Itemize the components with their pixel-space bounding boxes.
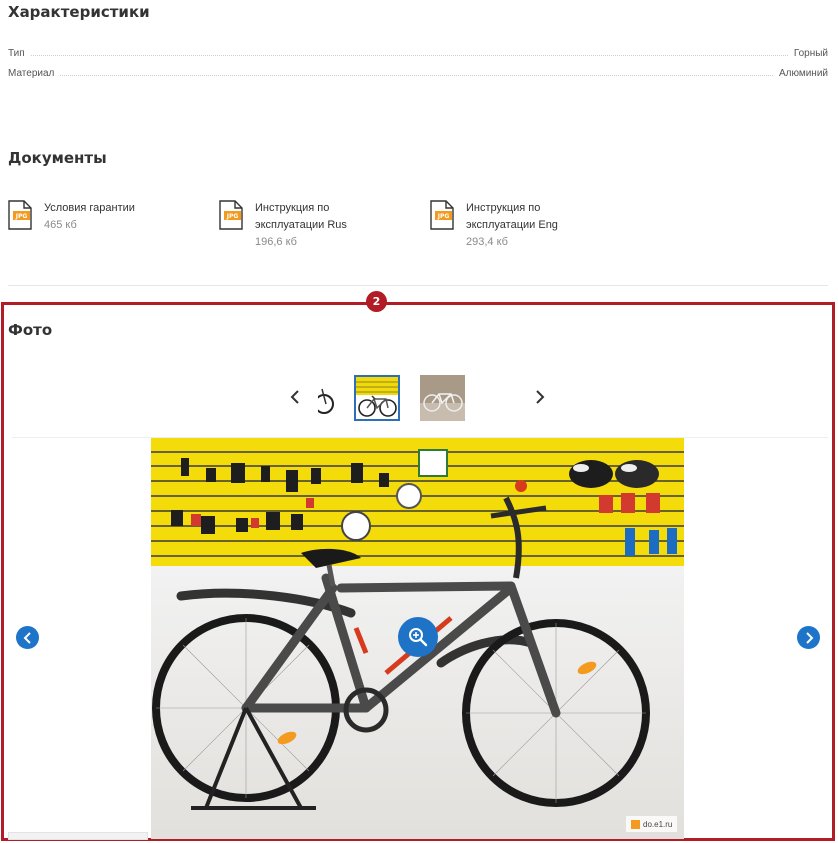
document-size: 196,6 кб: [255, 236, 297, 248]
document-name[interactable]: Условия гарантии: [44, 200, 135, 217]
annotation-badge: 2: [366, 291, 387, 312]
document-size: 465 кб: [44, 219, 77, 231]
arrow-left-circle-icon: [23, 631, 31, 644]
document-name[interactable]: Инструкция по эксплуатации Rus: [255, 200, 365, 234]
document-size: 293,4 кб: [466, 236, 508, 248]
watermark-text: do.e1.ru: [643, 819, 673, 829]
watermark-logo-icon: [631, 819, 640, 829]
photo-watermark: do.e1.ru: [626, 816, 678, 832]
document-name[interactable]: Инструкция по эксплуатации Eng: [466, 200, 576, 234]
thumb-next-button[interactable]: [534, 388, 546, 409]
char-row-material: Материал Алюминий: [8, 65, 828, 79]
photo-next-button[interactable]: [797, 626, 820, 649]
char-label: Материал: [8, 68, 55, 79]
zoom-button[interactable]: [398, 617, 438, 657]
dotted-leader: [30, 55, 788, 56]
char-row-type: Тип Горный: [8, 45, 828, 59]
char-value: Алюминий: [778, 68, 828, 79]
photo-prev-button[interactable]: [16, 626, 39, 649]
chevron-right-icon: [536, 390, 545, 404]
chevron-left-icon: [290, 390, 299, 404]
document-item-manual-rus[interactable]: JPG Инструкция по эксплуатации Rus 196,6…: [219, 200, 419, 251]
document-item-manual-eng[interactable]: JPG Инструкция по эксплуатации Eng 293,4…: [430, 200, 630, 251]
svg-text:JPG: JPG: [437, 213, 450, 220]
thumbnail-partial[interactable]: [318, 375, 336, 421]
arrow-right-circle-icon: [805, 631, 813, 644]
thumbnail[interactable]: [420, 375, 465, 421]
photo-title: Фото: [8, 321, 53, 339]
jpg-file-icon: JPG: [8, 200, 32, 230]
dotted-leader: [60, 75, 773, 76]
bottom-tab-fragment: [8, 832, 148, 840]
char-label: Тип: [8, 48, 25, 59]
characteristics-title: Характеристики: [8, 3, 150, 21]
thumb-prev-button[interactable]: [289, 388, 301, 409]
svg-text:JPG: JPG: [226, 213, 239, 220]
thumbnail-active[interactable]: [354, 375, 400, 421]
char-value: Горный: [793, 48, 828, 59]
section-divider: [8, 285, 828, 286]
jpg-file-icon: JPG: [430, 200, 454, 230]
jpg-file-icon: JPG: [219, 200, 243, 230]
documents-title: Документы: [8, 149, 107, 167]
zoom-in-icon: [409, 628, 428, 647]
svg-text:JPG: JPG: [15, 213, 28, 220]
document-item-warranty[interactable]: JPG Условия гарантии 465 кб: [8, 200, 208, 234]
